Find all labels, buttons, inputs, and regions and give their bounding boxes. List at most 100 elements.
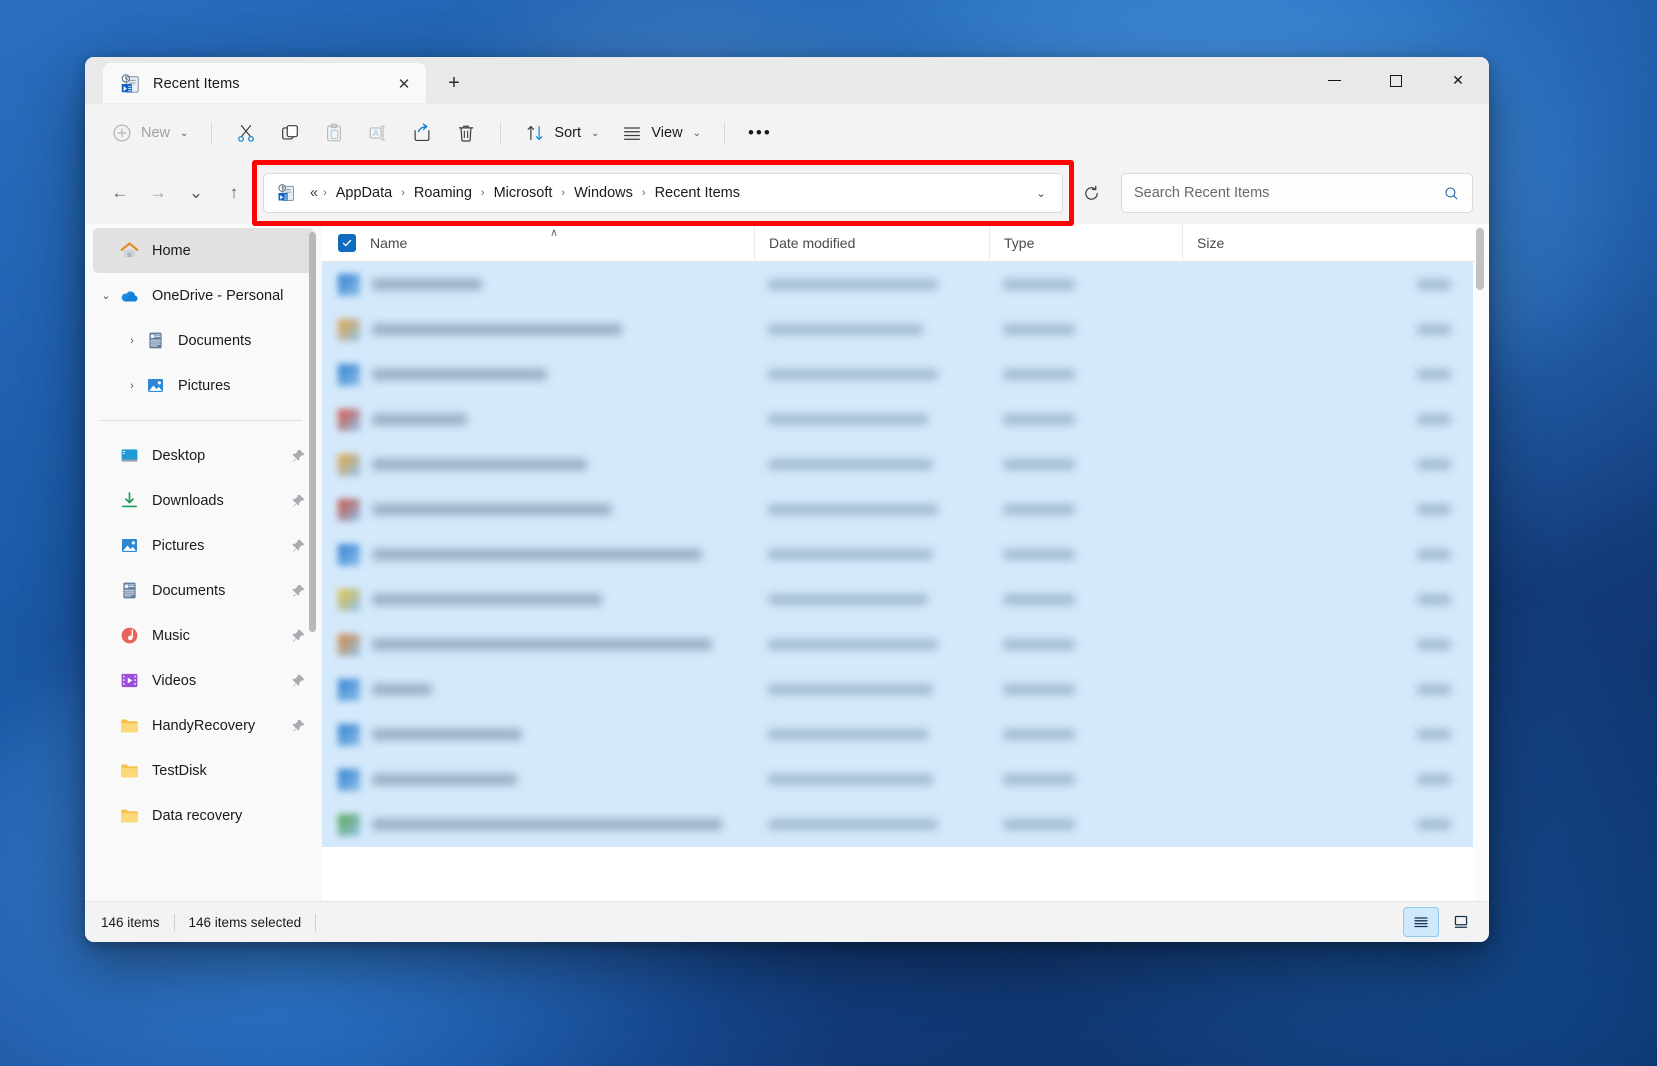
chevron-down-icon[interactable]: ⌄: [1026, 178, 1056, 208]
recent-items-icon: [119, 73, 141, 95]
delete-button[interactable]: [445, 114, 487, 152]
table-row[interactable]: [322, 622, 1473, 667]
rename-button[interactable]: A: [357, 114, 399, 152]
column-header-size[interactable]: Size: [1182, 224, 1473, 261]
chevron-right-icon[interactable]: ›: [119, 380, 145, 392]
table-row[interactable]: [322, 487, 1473, 532]
pin-icon[interactable]: [290, 493, 306, 509]
column-header-type[interactable]: Type: [989, 224, 1182, 261]
file-name-cell[interactable]: [322, 667, 754, 712]
view-button[interactable]: View ⌄: [611, 114, 711, 152]
pin-icon[interactable]: [290, 718, 306, 734]
file-list-pane: Name Date modified Type Size ∧: [322, 224, 1489, 901]
sidebar-item-videos[interactable]: Videos: [93, 658, 314, 703]
details-view-toggle[interactable]: [1403, 907, 1439, 937]
breadcrumb-item-roaming[interactable]: Roaming: [408, 181, 478, 205]
file-name-cell[interactable]: [322, 262, 754, 307]
sidebar-item-data-recovery[interactable]: Data recovery: [93, 793, 314, 838]
search-input[interactable]: [1134, 185, 1443, 201]
select-all-checkbox[interactable]: [338, 234, 356, 252]
forward-button[interactable]: →: [139, 174, 177, 212]
close-window-button[interactable]: ✕: [1427, 57, 1489, 104]
file-name-cell[interactable]: [322, 442, 754, 487]
search-box[interactable]: [1121, 173, 1473, 213]
breadcrumb-item-microsoft[interactable]: Microsoft: [488, 181, 559, 205]
table-row[interactable]: [322, 352, 1473, 397]
sort-button[interactable]: Sort ⌄: [514, 114, 609, 152]
sidebar-item-pictures[interactable]: Pictures: [93, 523, 314, 568]
new-button[interactable]: New ⌄: [101, 114, 198, 152]
new-tab-button[interactable]: +: [436, 65, 472, 101]
file-name-cell[interactable]: [322, 757, 754, 802]
table-row[interactable]: [322, 442, 1473, 487]
table-row[interactable]: [322, 667, 1473, 712]
sidebar-item-downloads[interactable]: Downloads: [93, 478, 314, 523]
file-name-cell[interactable]: [322, 712, 754, 757]
sidebar-item-handyrecovery[interactable]: HandyRecovery: [93, 703, 314, 748]
close-tab-icon[interactable]: ✕: [390, 70, 418, 98]
file-name-cell[interactable]: [322, 532, 754, 577]
table-row[interactable]: [322, 307, 1473, 352]
breadcrumb-item-appdata[interactable]: AppData: [330, 181, 398, 205]
pin-icon[interactable]: [290, 448, 306, 464]
chevron-right-icon[interactable]: ›: [119, 335, 145, 347]
table-row[interactable]: [322, 262, 1473, 307]
file-name-cell[interactable]: [322, 802, 754, 847]
copy-button[interactable]: [269, 114, 311, 152]
table-row[interactable]: [322, 757, 1473, 802]
sidebar-item-testdisk[interactable]: TestDisk: [93, 748, 314, 793]
address-bar[interactable]: « › AppData › Roaming › Microsoft › Wind…: [263, 173, 1063, 213]
pin-icon[interactable]: [290, 583, 306, 599]
column-header-name[interactable]: Name: [322, 224, 754, 261]
pin-icon[interactable]: [290, 673, 306, 689]
file-name-cell[interactable]: [322, 622, 754, 667]
sidebar-item-onedrive-documents[interactable]: › Documents: [93, 318, 314, 363]
sidebar-item-home[interactable]: Home: [93, 228, 314, 273]
sidebar-item-onedrive-pictures[interactable]: › Pictures: [93, 363, 314, 408]
sidebar-item-documents[interactable]: Documents: [93, 568, 314, 613]
tab-recent-items[interactable]: Recent Items ✕: [103, 63, 426, 104]
file-name-cell[interactable]: [322, 307, 754, 352]
search-icon[interactable]: [1443, 185, 1460, 202]
file-name-cell[interactable]: [322, 397, 754, 442]
table-row[interactable]: [322, 577, 1473, 622]
sidebar-scrollbar-thumb[interactable]: [309, 232, 316, 632]
type-cell: [989, 712, 1182, 757]
breadcrumb-overflow[interactable]: «: [304, 181, 320, 205]
sidebar-item-label: Documents: [152, 583, 290, 599]
table-row[interactable]: [322, 532, 1473, 577]
large-icons-view-toggle[interactable]: [1443, 907, 1479, 937]
table-row[interactable]: [322, 712, 1473, 757]
sort-icon: [524, 122, 546, 144]
file-name-cell[interactable]: [322, 577, 754, 622]
paste-button[interactable]: [313, 114, 355, 152]
pin-icon[interactable]: [290, 538, 306, 554]
cut-button[interactable]: [225, 114, 267, 152]
share-button[interactable]: [401, 114, 443, 152]
pin-icon[interactable]: [290, 628, 306, 644]
sidebar-item-onedrive[interactable]: ⌄ OneDrive - Personal: [93, 273, 314, 318]
file-list-scrollbar-thumb[interactable]: [1476, 228, 1484, 290]
maximize-button[interactable]: [1365, 57, 1427, 104]
sidebar-item-music[interactable]: Music: [93, 613, 314, 658]
up-button[interactable]: ↑: [215, 174, 253, 212]
column-header-date-modified[interactable]: Date modified: [754, 224, 989, 261]
minimize-button[interactable]: [1303, 57, 1365, 104]
file-name-cell[interactable]: [322, 352, 754, 397]
refresh-button[interactable]: [1071, 173, 1111, 213]
copy-icon: [279, 122, 301, 144]
file-list-scrollbar[interactable]: [1475, 224, 1487, 901]
table-row[interactable]: [322, 397, 1473, 442]
see-more-button[interactable]: •••: [738, 123, 782, 143]
breadcrumb-item-windows[interactable]: Windows: [568, 181, 639, 205]
file-name-cell[interactable]: [322, 487, 754, 532]
sidebar-scrollbar[interactable]: [311, 232, 319, 893]
file-rows-container[interactable]: [322, 262, 1489, 901]
back-button[interactable]: ←: [101, 174, 139, 212]
chevron-down-icon[interactable]: ⌄: [93, 289, 119, 302]
redacted-file-name: [372, 459, 587, 470]
breadcrumb-item-recent-items[interactable]: Recent Items: [649, 181, 746, 205]
sidebar-item-desktop[interactable]: Desktop: [93, 433, 314, 478]
table-row[interactable]: [322, 802, 1473, 847]
recent-locations-button[interactable]: ⌄: [177, 174, 215, 212]
